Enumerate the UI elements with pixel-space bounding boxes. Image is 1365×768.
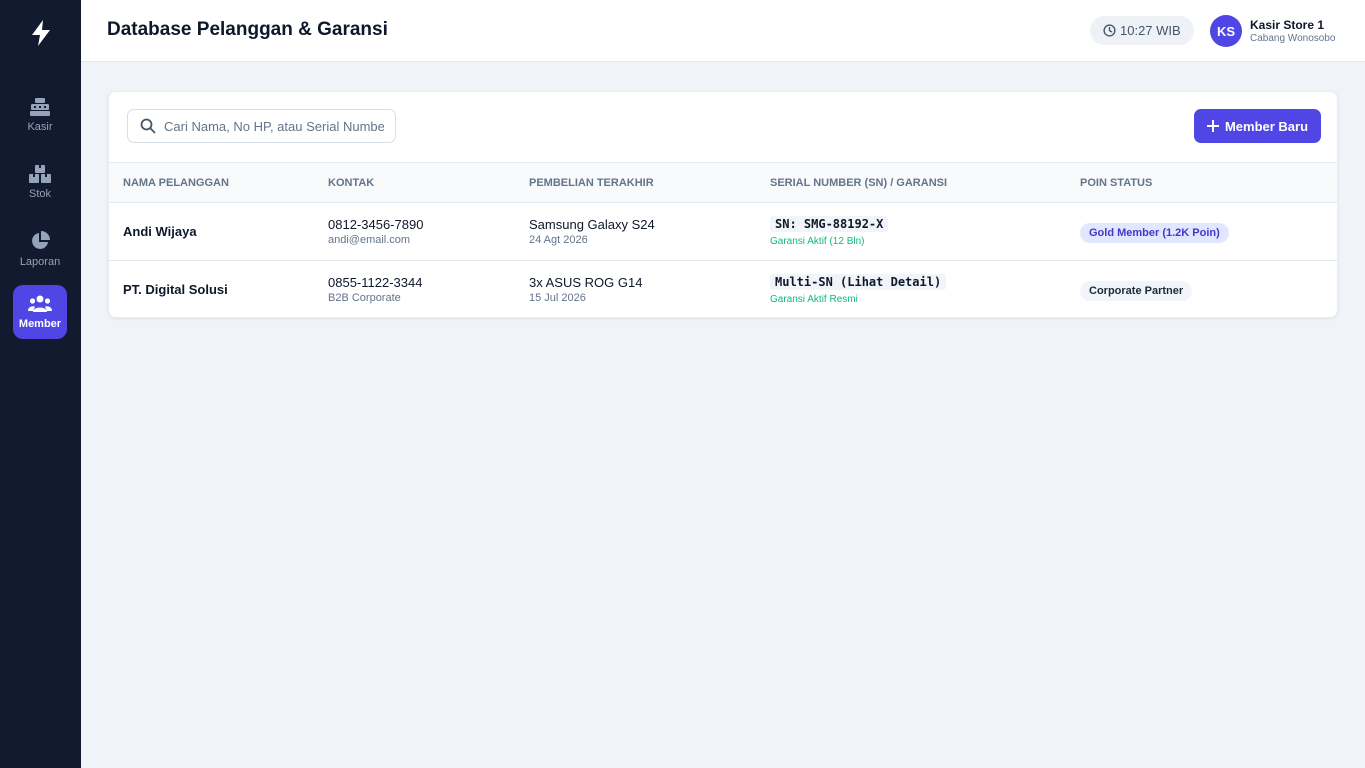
user-branch: Cabang Wonosobo [1250,33,1336,44]
serial-number-detail-link[interactable]: Multi-SN (Lihat Detail) [770,274,947,290]
add-member-label: Member Baru [1224,118,1309,134]
search-input[interactable] [164,118,384,134]
sidebar-item-label: Stok [28,187,51,200]
customer-email: andi@email.com [328,234,411,246]
clock-badge: 10:27 WIB [1090,16,1194,45]
column-header-serial-warranty[interactable]: SERIAL NUMBER (SN) / GARANSI [770,177,947,189]
search-box[interactable] [127,109,396,143]
last-purchase-date: 24 Agt 2026 [529,234,588,246]
sidebar-item-kasir[interactable]: Kasir [13,88,67,142]
add-member-button[interactable]: Member Baru [1194,109,1321,143]
user-name: Kasir Store 1 [1250,18,1325,32]
customer-contact-type: B2B Corporate [328,292,401,304]
sidebar-item-laporan[interactable]: Laporan [13,222,67,276]
sidebar-item-member[interactable]: Member [13,285,67,339]
last-purchase-date: 15 Jul 2026 [529,292,586,304]
serial-number: SN: SMG-88192-X [770,216,889,232]
table-header: NAMA PELANGGAN KONTAK PEMBELIAN TERAKHIR… [109,162,1337,203]
status-badge: Corporate Partner [1080,281,1193,301]
column-header-name[interactable]: NAMA PELANGGAN [123,177,229,189]
plus-icon [1206,120,1219,132]
warranty-status: Garansi Aktif Resmi [770,294,858,305]
customer-phone: 0855-1122-3344 [328,275,423,290]
sidebar: Kasir Stok Laporan Member [0,0,81,768]
clock-text: 10:27 WIB [1120,23,1181,38]
search-icon [140,118,156,134]
column-header-point-status[interactable]: POIN STATUS [1080,177,1152,189]
sidebar-item-label: Kasir [27,120,53,133]
customer-table-card: Member Baru NAMA PELANGGAN KONTAK PEMBEL… [108,91,1338,318]
last-purchase-product: Samsung Galaxy S24 [529,217,655,232]
page-title: Database Pelanggan & Garansi [107,19,388,40]
pie-chart-icon [32,230,50,249]
column-header-last-purchase[interactable]: PEMBELIAN TERAKHIR [529,177,654,189]
warranty-status: Garansi Aktif (12 Bln) [770,236,865,247]
table-row[interactable]: Andi Wijaya 0812-3456-7890 andi@email.co… [109,203,1337,261]
users-icon [28,295,52,312]
customer-name: PT. Digital Solusi [123,282,228,297]
lightning-bolt-icon[interactable] [0,18,81,48]
customer-phone: 0812-3456-7890 [328,217,424,232]
status-badge: Gold Member (1.2K Poin) [1080,223,1229,243]
table-row[interactable]: PT. Digital Solusi 0855-1122-3344 B2B Co… [109,261,1337,317]
sidebar-item-label: Laporan [19,255,61,268]
last-purchase-product: 3x ASUS ROG G14 [529,275,643,290]
sidebar-item-label: Member [18,317,62,330]
boxes-icon [29,164,51,183]
clock-icon [1103,24,1116,37]
sidebar-item-stok[interactable]: Stok [13,155,67,209]
top-bar: Database Pelanggan & Garansi 10:27 WIB K… [81,0,1365,62]
customer-name: Andi Wijaya [123,224,197,239]
cash-register-icon [30,97,50,116]
avatar[interactable]: KS [1210,15,1242,47]
column-header-contact[interactable]: KONTAK [328,177,374,189]
